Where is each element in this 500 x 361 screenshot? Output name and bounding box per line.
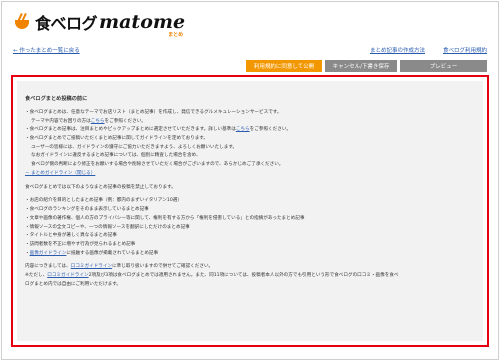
cancel-draft-button[interactable]: キャンセル/下書き保存 — [325, 60, 397, 72]
agree-publish-button[interactable]: 利用規約に同意して公開 — [246, 60, 322, 72]
bowl-icon — [13, 12, 33, 31]
footer-note: ログまとめ内では自由にご利用いただけます。 — [25, 281, 121, 287]
review-guideline-link-2[interactable]: 口コミガイドライン — [47, 273, 88, 278]
guideline-item: ・食べログのランキングをそのまま表示しているまとめ記事 — [25, 207, 149, 213]
footer-note: 内容につきましては、口コミガイドラインに準じ取り扱いますので併せてご確認ください… — [25, 264, 214, 270]
terms-link[interactable]: 食べログ利用規約 — [443, 46, 487, 54]
notice-panel: 食べログまとめ投稿の前に ・食べログまとめは、任意なテーマでお店リスト（まとめ記… — [11, 75, 489, 347]
site-logo[interactable]: 食べログ matome まとめ — [13, 9, 186, 38]
notice-item: 食べログ側の判断により修正をお願いする場合や削除させていただく場合がございますの… — [31, 162, 284, 168]
top-links: まとめ記事の作成方法 食べログ利用規約 — [370, 46, 487, 54]
guideline-item: ・訪問者数を不正に増やす行為が見られるまとめ記事 — [25, 241, 136, 247]
brand-name: 食べログ — [35, 14, 98, 33]
notice-content: 食べログまとめ投稿の前に ・食べログまとめは、任意なテーマでお店リスト（まとめ記… — [17, 81, 483, 341]
notice-item: ユーザーの皆様には、ガイドラインの遵守にご協力いただきますよう、よろしくお願いい… — [31, 144, 238, 150]
guideline-item: ・タイトルと中身が著しく異なるまとめ記事 — [25, 233, 117, 239]
guideline-item: ・お店の紹介を目的としたまとめ記事（例：都内のまずいイタリアン10選） — [25, 198, 182, 204]
image-guideline-link[interactable]: 画像ガイドライン — [30, 251, 67, 256]
brand-tag: まとめ — [168, 32, 184, 38]
notice-item: テーマや内容でお困りの方はこちらをご参照ください。 — [31, 118, 146, 124]
guideline-item: ・情報ソースの全文コピーや、一つの情報ソースを翻訳にしただけのまとめ記事 — [25, 224, 190, 230]
theme-help-link[interactable]: こちら — [91, 119, 105, 124]
notice-item: ・食べログまとめでご投稿いただくまとめ記事に関してガイドラインを定めております。 — [25, 136, 209, 142]
guideline-intro: 食べログまとめでは以下のようなまとめ記事の投稿を禁止しております。 — [25, 184, 176, 190]
footer-note: ※ただし、口コミガイドライン2項及び3項は食べログまとめでは適用されません。また… — [25, 273, 399, 279]
preview-button[interactable]: プレビュー — [400, 60, 487, 72]
guideline-item: ・文章や画像の著作権、個人の方のプライバシー等に関して、権利を有する方から「権利… — [25, 215, 305, 221]
notice-item: ・食べログまとめは、任意なテーマでお店リスト（まとめ記事）を作成し、発信できるグ… — [25, 109, 282, 115]
howto-link[interactable]: まとめ記事の作成方法 — [370, 46, 425, 54]
criteria-link[interactable]: こちら — [236, 127, 250, 132]
notice-item: ・食べログまとめ記事は、注目まとめやピックアップまとめに選定させていただきます。… — [25, 127, 292, 133]
brand-product: matome まとめ — [99, 11, 186, 38]
guideline-item: ・画像ガイドラインに抵触する画像が掲載されているまとめ記事 — [25, 250, 159, 256]
notice-item: なおガイドラインに違反するまとめ記事については、個別に精査した場合を含め、 — [31, 153, 201, 159]
review-guideline-link[interactable]: 口コミガイドライン — [71, 264, 112, 269]
notice-title: 食べログまとめ投稿の前に — [25, 96, 88, 102]
action-buttons: 利用規約に同意して公開 キャンセル/下書き保存 プレビュー — [246, 60, 487, 72]
back-to-list-link[interactable]: ← 作ったまとめ一覧に戻る — [13, 46, 80, 54]
guideline-toggle[interactable]: － まとめガイドライン（閉じる） — [25, 170, 475, 179]
